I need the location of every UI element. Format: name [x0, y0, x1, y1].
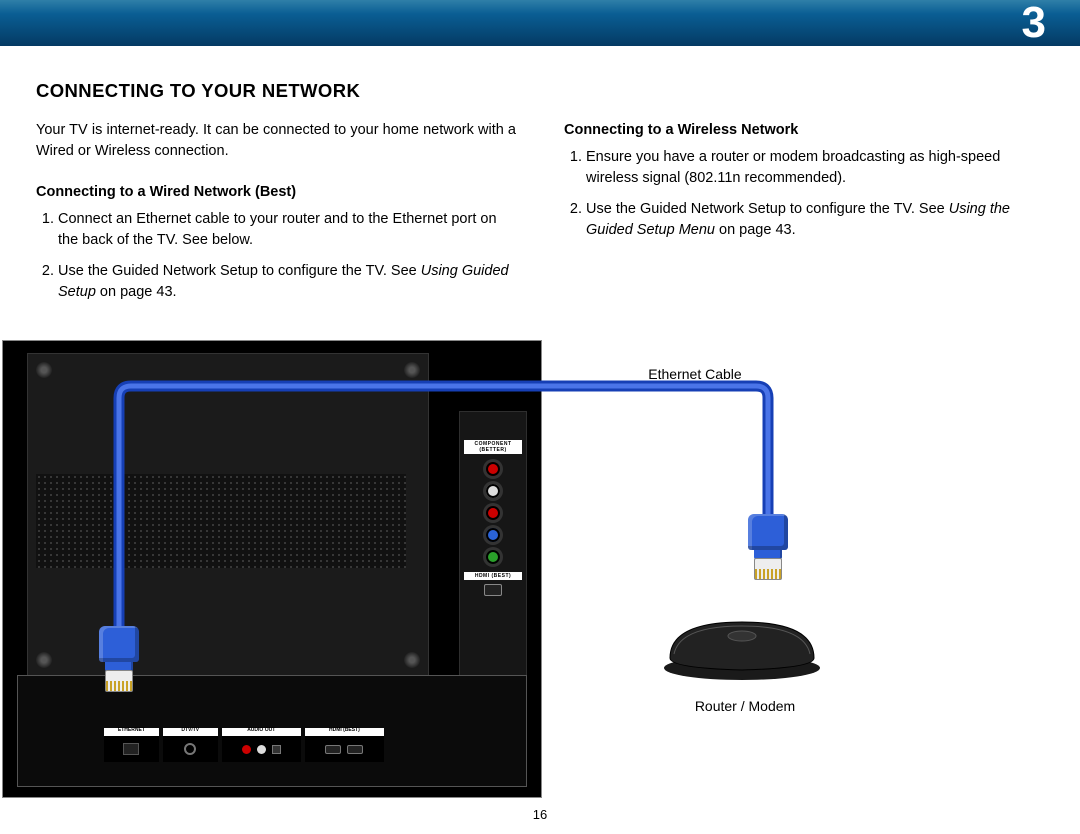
connection-diagram: COMPONENT (BETTER) HDMI (BEST) ETHERNET …	[0, 338, 1080, 818]
optical-icon	[272, 745, 281, 754]
wired-step2-text-b: on page 43.	[96, 284, 177, 300]
wired-step-2: Use the Guided Network Setup to configur…	[58, 261, 516, 303]
audio-white-icon	[257, 745, 266, 754]
router-modem-label: Router / Modem	[660, 698, 830, 714]
ethernet-port: ETHERNET	[104, 728, 159, 762]
wireless-step2-text-a: Use the Guided Network Setup to configur…	[586, 201, 949, 217]
wireless-step2-text-b: on page 43.	[715, 222, 796, 238]
audio-out-port-label: AUDIO OUT	[247, 727, 275, 733]
chapter-header-bar	[0, 0, 1080, 46]
rca-red-icon	[486, 462, 500, 476]
speaker-grille	[36, 474, 406, 568]
screw-icon	[404, 362, 420, 378]
screw-icon	[404, 652, 420, 668]
rj45-plug-tv-side	[99, 626, 139, 684]
audio-red-icon	[242, 745, 251, 754]
intro-paragraph: Your TV is internet-ready. It can be con…	[36, 120, 516, 162]
wired-step2-text-a: Use the Guided Network Setup to configur…	[58, 263, 421, 279]
page-content: CONNECTING TO YOUR NETWORK Your TV is in…	[0, 46, 1080, 313]
screw-icon	[36, 652, 52, 668]
wired-heading: Connecting to a Wired Network (Best)	[36, 182, 516, 203]
audio-out-port: AUDIO OUT	[222, 728, 301, 762]
tv-lower-bezel: ETHERNET DTV/TV AUDIO OUT HDMI (B	[17, 675, 527, 787]
dtv-port-label: DTV/TV	[181, 727, 199, 733]
page-number: 16	[533, 807, 547, 822]
side-port-column: COMPONENT (BETTER) HDMI (BEST)	[459, 411, 527, 679]
wireless-step-1: Ensure you have a router or modem broadc…	[586, 147, 1044, 189]
coax-icon	[184, 743, 196, 755]
hdmi-bottom-port: HDMI (BEST)	[305, 728, 384, 762]
dtv-port: DTV/TV	[163, 728, 218, 762]
tv-panel-inset	[27, 353, 429, 677]
rca-red2-icon	[486, 506, 500, 520]
hdmi-bottom-port-label: HDMI (BEST)	[329, 727, 360, 733]
tv-back-panel: COMPONENT (BETTER) HDMI (BEST) ETHERNET …	[2, 340, 542, 798]
hdmi-side-port-icon	[484, 584, 502, 596]
screw-icon	[36, 362, 52, 378]
router-modem-illustration	[660, 614, 824, 680]
two-column-body: Your TV is internet-ready. It can be con…	[36, 120, 1044, 313]
rca-green-icon	[486, 550, 500, 564]
hdmi-side-port-label: HDMI (BEST)	[464, 572, 522, 580]
wireless-heading: Connecting to a Wireless Network	[564, 120, 1044, 141]
right-column: Connecting to a Wireless Network Ensure …	[564, 120, 1044, 313]
wired-step-1: Connect an Ethernet cable to your router…	[58, 209, 516, 251]
ethernet-jack-icon	[123, 743, 139, 755]
hdmi1-icon	[325, 745, 341, 754]
chapter-number: 3	[1022, 0, 1046, 46]
left-column: Your TV is internet-ready. It can be con…	[36, 120, 516, 313]
wireless-steps: Ensure you have a router or modem broadc…	[564, 147, 1044, 241]
ethernet-cable-label: Ethernet Cable	[610, 366, 780, 382]
bottom-port-row: ETHERNET DTV/TV AUDIO OUT HDMI (B	[104, 728, 384, 762]
wireless-step-2: Use the Guided Network Setup to configur…	[586, 199, 1044, 241]
rj45-plug-router-side	[748, 514, 788, 572]
rca-blue-icon	[486, 528, 500, 542]
section-title: CONNECTING TO YOUR NETWORK	[36, 80, 1044, 102]
hdmi2-icon	[347, 745, 363, 754]
wired-steps: Connect an Ethernet cable to your router…	[36, 209, 516, 303]
ethernet-port-label: ETHERNET	[118, 727, 145, 733]
rca-white-icon	[486, 484, 500, 498]
component-port-label: COMPONENT (BETTER)	[464, 440, 522, 454]
